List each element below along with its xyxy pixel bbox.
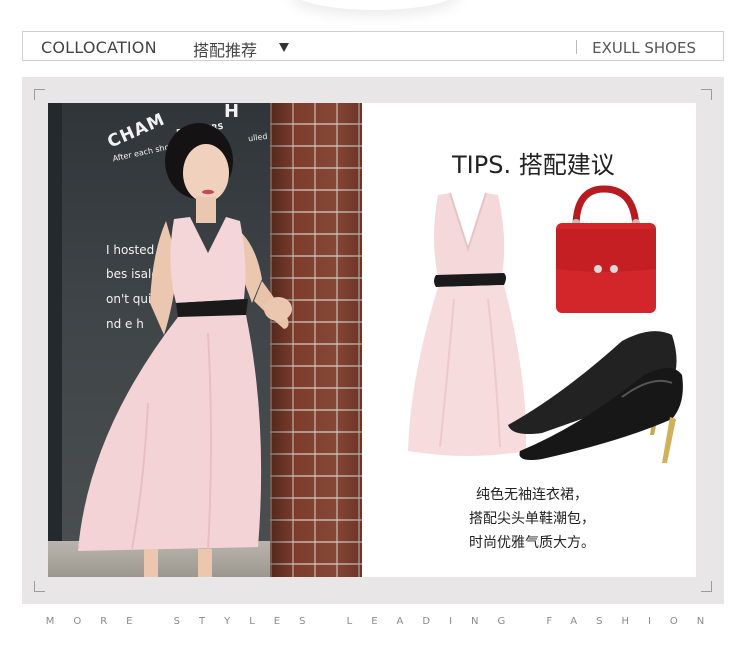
- header-divider: [576, 40, 577, 54]
- corner-mark-top-right: [701, 89, 712, 100]
- collocation-header: COLLOCATION 搭配推荐 EXULL SHOES: [22, 31, 724, 61]
- footer-tagline: MORE STYLES LEADING FASHION: [45, 616, 724, 627]
- corner-mark-bottom-left: [34, 581, 45, 592]
- description-line: 时尚优雅气质大方。: [469, 535, 595, 551]
- collocation-title: COLLOCATION: [41, 38, 157, 57]
- black-pump-shoes-image[interactable]: [502, 325, 688, 465]
- recommendation-dropdown-label[interactable]: 搭配推荐: [193, 37, 257, 61]
- corner-mark-bottom-right: [701, 581, 712, 592]
- triangle-down-icon[interactable]: [279, 43, 289, 52]
- red-handbag-image[interactable]: [546, 183, 666, 317]
- corner-mark-top-left: [34, 89, 45, 100]
- tips-section: TIPS. 搭配建议 纯色无袖连衣裙， 搭配尖头单鞋潮包， 时尚优雅气质大方。: [362, 103, 696, 577]
- top-shadow-decoration: [290, 0, 460, 10]
- description-line: 纯色无袖连衣裙，: [476, 487, 588, 503]
- model-figure: [78, 123, 292, 577]
- tips-title: TIPS. 搭配建议: [452, 151, 615, 179]
- description-line: 搭配尖头单鞋潮包，: [469, 511, 595, 527]
- model-photo: CHAM ROASTERS After each shot of ulled H…: [48, 103, 362, 577]
- brand-name: EXULL SHOES: [592, 39, 696, 57]
- product-description: 纯色无袖连衣裙， 搭配尖头单鞋潮包， 时尚优雅气质大方。: [452, 483, 612, 555]
